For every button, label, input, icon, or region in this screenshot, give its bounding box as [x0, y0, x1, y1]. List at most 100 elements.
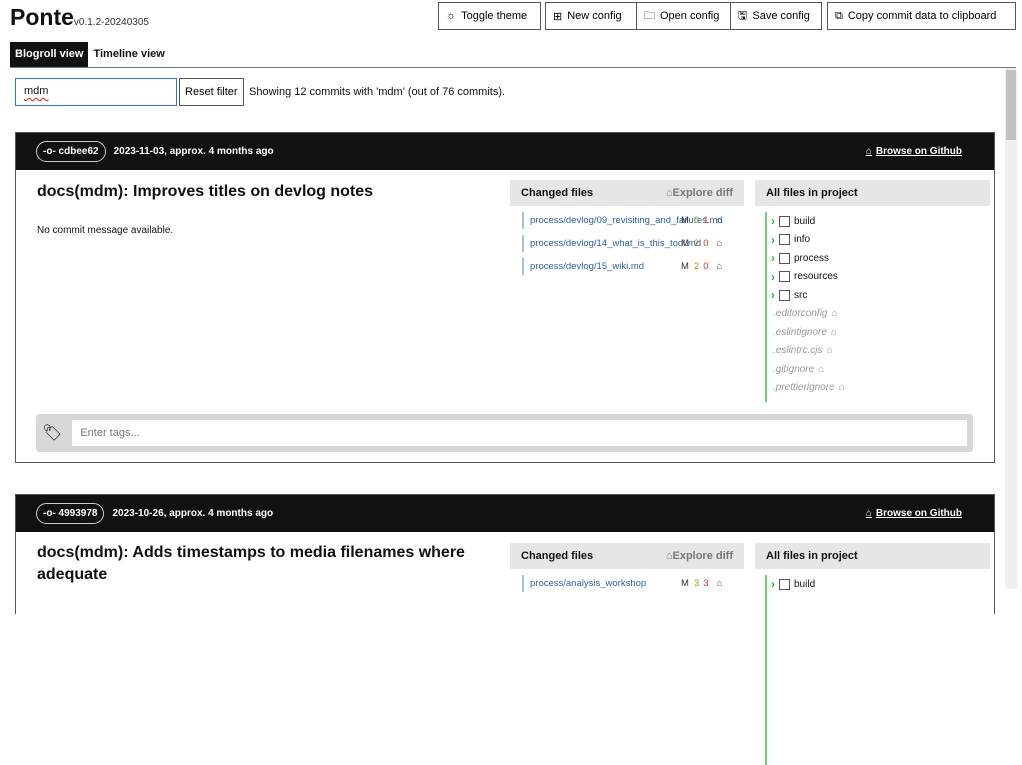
folder-name: src	[794, 289, 808, 301]
view-tabs: Blogroll view Timeline view	[10, 42, 170, 67]
chevron-right-icon[interactable]: ›	[771, 251, 775, 265]
tab-blogroll[interactable]: Blogroll view	[10, 42, 89, 67]
all-files-heading: All files in project	[766, 550, 858, 562]
folder-checkbox[interactable]	[779, 252, 790, 264]
reset-filter-button[interactable]: Reset filter	[179, 78, 244, 106]
toggle-theme-button[interactable]: ☼ Toggle theme	[438, 2, 541, 30]
commit-hash-text: cdbee62	[58, 146, 99, 157]
commit-title: docs(mdm): Adds timestamps to media file…	[37, 544, 465, 583]
github-icon[interactable]: ⌂	[717, 214, 723, 227]
tree-folder[interactable]: › resources	[771, 268, 990, 287]
open-config-button[interactable]: 🗀 Open config	[636, 2, 731, 30]
folder-checkbox[interactable]	[779, 215, 790, 227]
changed-file-item[interactable]: process/devlog/14_what_is_this_tool.md M 2…	[522, 235, 732, 252]
tag-icon: 🏷	[42, 425, 63, 442]
additions: 3	[693, 578, 700, 589]
changed-file-item[interactable]: process/devlog/09_revisiting_and_failure…	[522, 212, 732, 229]
commit-hash-text: 4993978	[58, 508, 98, 519]
commit-hash[interactable]: -o- 4993978	[36, 503, 105, 524]
changed-file-item[interactable]: process/analysis_workshop M 3 3 ⌂	[522, 575, 732, 592]
tab-timeline[interactable]: Timeline view	[88, 42, 169, 67]
browse-github-link[interactable]: ⌂ Browse on Github	[866, 146, 962, 157]
sun-icon: ☼	[446, 10, 457, 22]
file-path[interactable]: process/devlog/09_revisiting_and_failure…	[530, 214, 723, 227]
folder-name: build	[794, 578, 816, 590]
github-icon[interactable]: ⌂	[717, 260, 723, 273]
tree-file[interactable]: .gitignore ⌂	[771, 360, 990, 379]
commit-card: -o- 4993978 2023-10-26, approx. 4 months…	[15, 494, 995, 765]
additions: 0	[693, 215, 700, 226]
commit-date: 2023-11-03, approx. 4 months ago	[113, 146, 274, 157]
commit-card: -o- cdbee62 2023-11-03, approx. 4 months…	[15, 132, 995, 463]
commit-title: docs(mdm): Improves titles on devlog not…	[37, 183, 374, 200]
chevron-right-icon[interactable]: ›	[771, 288, 775, 302]
file-status: M	[681, 578, 689, 589]
github-icon[interactable]: ⌂	[839, 382, 845, 393]
all-files-panel: All files in project › build › info › proce…	[755, 180, 990, 402]
chevron-right-icon[interactable]: ›	[771, 214, 775, 228]
save-config-button[interactable]: 🖫 Save config	[730, 2, 822, 30]
copy-commit-data-button[interactable]: ⧉ Copy commit data to clipboard	[827, 2, 1016, 30]
filter-input[interactable]: mdm	[15, 78, 177, 106]
file-name: .prettierignore	[773, 382, 835, 394]
browse-github-label: Browse on Github	[875, 508, 962, 519]
file-path[interactable]: process/devlog/14_what_is_this_tool.md	[530, 237, 701, 250]
file-tree: › build	[765, 575, 990, 765]
tags-bar: 🏷	[36, 414, 973, 452]
github-icon[interactable]: ⌂	[831, 308, 837, 319]
file-name: .editorconfig	[773, 308, 828, 320]
copy-icon: ⧉	[835, 9, 843, 22]
explore-diff-link[interactable]: ⌂Explore diff	[666, 187, 733, 199]
tags-input[interactable]	[72, 420, 967, 446]
tree-folder[interactable]: › info	[771, 231, 990, 250]
scrollbar[interactable]	[1005, 68, 1017, 589]
new-file-icon: ⊞	[553, 10, 563, 23]
github-icon[interactable]: ⌂	[717, 237, 723, 250]
tree-file[interactable]: .eslintignore ⌂	[771, 323, 990, 342]
deletions: 0	[703, 261, 709, 272]
file-path[interactable]: process/analysis_workshop	[530, 577, 675, 590]
scrollbar-thumb[interactable]	[1006, 70, 1016, 140]
folder-name: build	[794, 215, 816, 227]
github-icon[interactable]: ⌂	[831, 327, 837, 338]
tree-folder[interactable]: › build	[771, 575, 990, 594]
explore-diff-label: Explore diff	[672, 550, 733, 562]
github-icon[interactable]: ⌂	[826, 345, 832, 356]
app-version: v0.1.2-20240305	[73, 17, 149, 28]
folder-checkbox[interactable]	[779, 234, 790, 246]
commit-hash[interactable]: -o- cdbee62	[36, 141, 106, 162]
folder-name: resources	[794, 271, 838, 283]
file-name: .eslintrc.cjs	[773, 345, 823, 357]
folder-icon: 🗀	[644, 9, 655, 22]
tree-folder[interactable]: › src	[771, 286, 990, 305]
tree-folder[interactable]: › build	[771, 212, 990, 231]
changed-files-heading: Changed files	[521, 187, 594, 199]
explore-diff-label: Explore diff	[672, 187, 733, 199]
changed-file-item[interactable]: process/devlog/15_wiki.md M 2 0 ⌂	[522, 258, 732, 275]
github-icon[interactable]: ⌂	[818, 364, 824, 375]
tree-file[interactable]: .prettierignore ⌂	[771, 379, 990, 398]
chevron-right-icon[interactable]: ›	[771, 233, 775, 247]
chevron-right-icon[interactable]: ›	[771, 270, 775, 284]
folder-checkbox[interactable]	[779, 578, 790, 590]
tree-file[interactable]: .editorconfig ⌂	[771, 305, 990, 324]
tree-file[interactable]: .eslintrc.cjs ⌂	[771, 342, 990, 361]
changed-files-panel: Changed files ⌂Explore diff process/analy…	[510, 543, 744, 592]
save-config-label: Save config	[752, 10, 810, 22]
new-config-button[interactable]: ⊞ New config	[545, 2, 637, 30]
explore-diff-link[interactable]: ⌂Explore diff	[666, 550, 733, 562]
browse-github-link[interactable]: ⌂ Browse on Github	[866, 508, 962, 519]
changed-files-panel: Changed files ⌂Explore diff process/devlo…	[510, 180, 744, 275]
folder-checkbox[interactable]	[779, 271, 790, 283]
commit-header: -o- 4993978 2023-10-26, approx. 4 months…	[16, 495, 994, 532]
browse-github-label: Browse on Github	[875, 146, 962, 157]
filter-status: Showing 12 commits with 'mdm' (out of 76…	[249, 86, 506, 98]
folder-checkbox[interactable]	[779, 289, 790, 301]
deletions: 1	[703, 215, 709, 226]
tabs-divider	[10, 67, 1016, 68]
file-path[interactable]: process/devlog/15_wiki.md	[530, 260, 675, 273]
chevron-right-icon[interactable]: ›	[771, 577, 775, 591]
tree-folder[interactable]: › process	[771, 249, 990, 268]
github-icon[interactable]: ⌂	[717, 577, 723, 590]
commit-header: -o- cdbee62 2023-11-03, approx. 4 months…	[16, 133, 994, 170]
